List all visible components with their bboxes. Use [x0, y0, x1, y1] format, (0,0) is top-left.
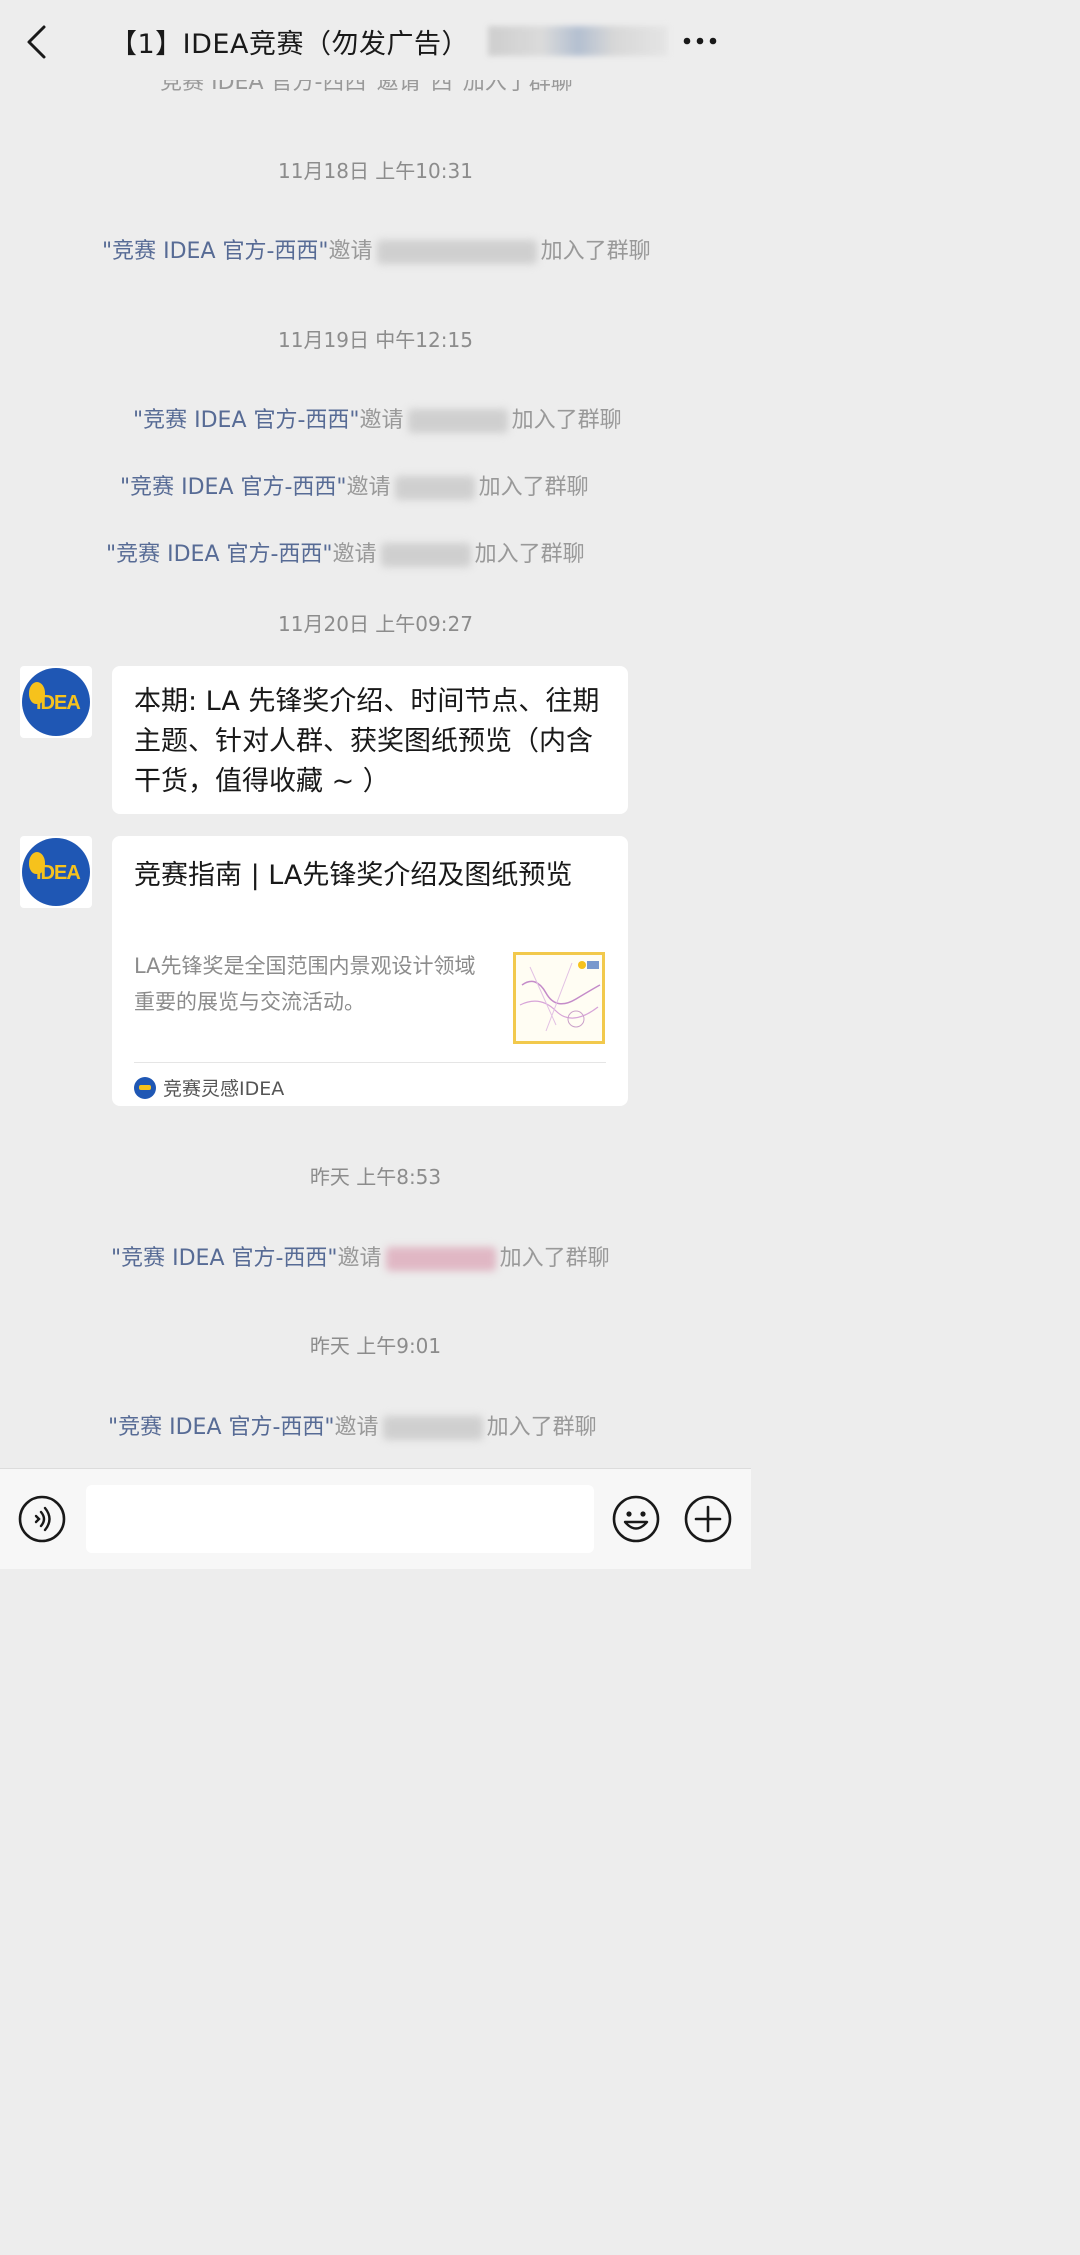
input-bar	[0, 1468, 751, 1569]
more-dots-icon	[683, 37, 717, 45]
message-input[interactable]	[86, 1485, 594, 1553]
sender-avatar[interactable]: IDEA	[20, 666, 92, 738]
voice-button[interactable]	[18, 1495, 66, 1543]
redacted-name	[382, 1416, 483, 1440]
redacted-name	[376, 240, 537, 264]
card-description: LA先锋奖是全国范围内景观设计领域重要的展览与交流活动。	[134, 954, 476, 1014]
emoji-icon	[612, 1495, 660, 1543]
back-button[interactable]	[14, 20, 58, 64]
message-text: 本期: LA 先锋奖介绍、时间节点、往期主题、针对人群、获奖图纸预览（内含干货，…	[134, 686, 600, 797]
redacted-title-suffix	[488, 26, 668, 56]
idea-logo-icon: IDEA	[22, 838, 90, 906]
card-thumbnail	[513, 952, 605, 1044]
system-message: "竞赛 IDEA 官方-西西"邀请 加入了群聊	[108, 1415, 597, 1440]
inviter-link[interactable]: "竞赛 IDEA 官方-西西"	[102, 239, 329, 264]
inviter-link[interactable]: "竞赛 IDEA 官方-西西"	[120, 475, 347, 500]
voice-icon	[18, 1495, 66, 1543]
more-button[interactable]	[680, 24, 720, 58]
emoji-button[interactable]	[612, 1495, 660, 1543]
inviter-link[interactable]: "竞赛 IDEA 官方-西西"	[111, 1246, 338, 1271]
inviter-link[interactable]: "竞赛 IDEA 官方-西西"	[106, 542, 333, 567]
source-logo-icon	[134, 1076, 156, 1099]
inviter-link[interactable]: "竞赛 IDEA 官方-西西"	[108, 1415, 335, 1440]
redacted-name	[385, 1247, 496, 1271]
timestamp: 昨天 上午8:53	[309, 1165, 442, 1189]
chevron-left-icon	[27, 25, 46, 59]
system-message: "竞赛 IDEA 官方-西西"邀请 加入了群聊	[133, 408, 622, 433]
idea-logo-icon: IDEA	[22, 668, 90, 736]
inviter-link[interactable]: "竞赛 IDEA 官方-西西"	[133, 408, 360, 433]
card-title: 竞赛指南 | LA先锋奖介绍及图纸预览	[134, 860, 573, 891]
redacted-name	[380, 543, 471, 567]
chat-area[interactable]: "竞赛 IDEA 官方-西西"邀请"西"加入了群聊 11月18日 上午10:31…	[0, 0, 751, 1468]
plus-icon	[684, 1495, 732, 1543]
timestamp: 11月18日 上午10:31	[278, 159, 473, 183]
plus-button[interactable]	[684, 1495, 732, 1543]
card-divider	[134, 1062, 606, 1063]
system-message: "竞赛 IDEA 官方-西西"邀请 加入了群聊	[120, 475, 589, 500]
timestamp: 11月20日 上午09:27	[278, 612, 473, 636]
link-card[interactable]: 竞赛指南 | LA先锋奖介绍及图纸预览 LA先锋奖是全国范围内景观设计领域重要的…	[112, 836, 628, 1106]
text-message-bubble[interactable]: 本期: LA 先锋奖介绍、时间节点、往期主题、针对人群、获奖图纸预览（内含干货，…	[112, 666, 628, 814]
system-message: "竞赛 IDEA 官方-西西"邀请 加入了群聊	[102, 239, 651, 264]
chat-title: 【1】IDEA竞赛（勿发广告）	[110, 29, 469, 60]
chat-header: 【1】IDEA竞赛（勿发广告）	[0, 0, 751, 80]
timestamp: 11月19日 中午12:15	[278, 328, 473, 352]
sender-avatar[interactable]: IDEA	[20, 836, 92, 908]
card-source: 竞赛灵感IDEA	[134, 1074, 284, 1101]
redacted-name	[394, 476, 475, 500]
redacted-name	[407, 409, 508, 433]
system-message: "竞赛 IDEA 官方-西西"邀请 加入了群聊	[111, 1246, 610, 1271]
timestamp: 昨天 上午9:01	[309, 1334, 442, 1358]
system-message: "竞赛 IDEA 官方-西西"邀请 加入了群聊	[106, 542, 585, 567]
